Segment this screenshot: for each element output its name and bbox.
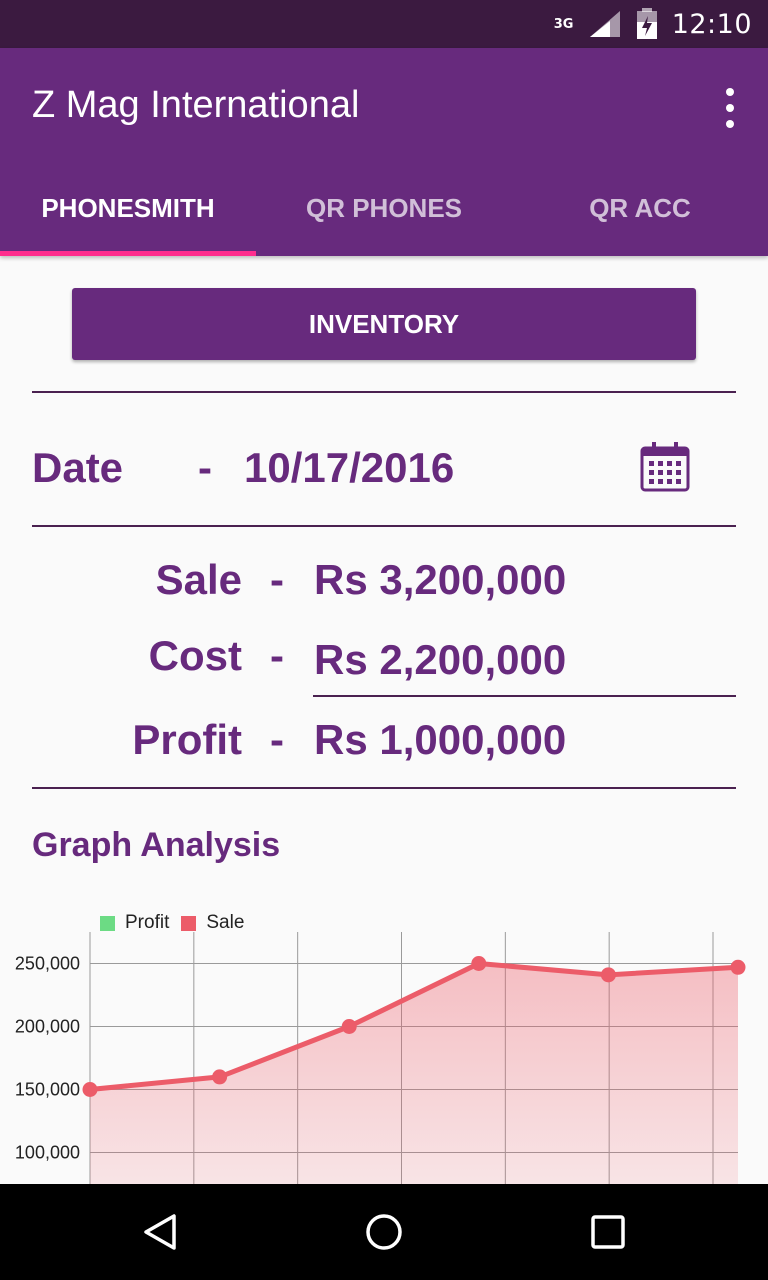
sale-data-point xyxy=(730,959,746,975)
graph-title: Graph Analysis xyxy=(32,826,281,864)
sale-value: Rs 3,200,000 xyxy=(314,556,567,603)
tab-phonesmith[interactable]: PHONESMITH xyxy=(0,160,256,256)
date-value[interactable]: 10/17/2016 xyxy=(244,444,454,492)
inventory-button[interactable]: INVENTORY xyxy=(72,288,696,360)
cost-dash: - xyxy=(270,632,284,679)
back-icon[interactable] xyxy=(136,1208,184,1256)
sale-dash: - xyxy=(270,556,284,603)
sales-chart: 250,000 200,000 150,000 100,000 xyxy=(15,932,746,1184)
signal-icon: 3G xyxy=(554,9,622,39)
sale-data-point xyxy=(600,967,616,983)
divider xyxy=(32,391,736,393)
profit-label: Profit xyxy=(132,716,242,763)
overflow-menu-icon[interactable] xyxy=(718,88,742,128)
profit-value: Rs 1,000,000 xyxy=(314,716,567,763)
cost-value: Rs 2,200,000 xyxy=(314,636,567,683)
y-axis-ticks: 250,000 200,000 150,000 100,000 xyxy=(15,954,80,1163)
date-label: Date xyxy=(32,444,124,491)
profit-dash: - xyxy=(270,716,284,763)
tab-qr-acc[interactable]: QR ACC xyxy=(512,160,768,256)
tab-bar: PHONESMITH QR PHONES QR ACC xyxy=(0,160,768,256)
status-bar: 3G 12:10 xyxy=(0,0,768,48)
app-title: Z Mag International xyxy=(32,84,360,126)
recents-icon[interactable] xyxy=(584,1208,632,1256)
cost-label: Cost xyxy=(148,632,242,679)
divider xyxy=(32,525,736,527)
cost-underline xyxy=(313,695,736,697)
divider xyxy=(32,787,736,789)
y-tick-label: 250,000 xyxy=(15,954,80,974)
network-type: 3G xyxy=(553,17,574,32)
sale-data-point xyxy=(471,956,487,971)
y-tick-label: 200,000 xyxy=(15,1017,80,1037)
navigation-bar xyxy=(0,1184,768,1280)
sale-area xyxy=(82,956,746,1184)
date-dash: - xyxy=(198,444,212,491)
sale-data-point xyxy=(341,1019,357,1034)
battery-icon xyxy=(636,8,657,39)
y-tick-label: 100,000 xyxy=(15,1143,80,1163)
calendar-icon[interactable] xyxy=(640,442,690,492)
status-icons: 3G 12:10 xyxy=(554,0,752,48)
sale-label: Sale xyxy=(155,556,242,603)
tab-qr-phones[interactable]: QR PHONES xyxy=(256,160,512,256)
app-bar: Z Mag International PHONESMITH QR PHONES… xyxy=(0,48,768,256)
sale-data-point xyxy=(82,1082,98,1097)
home-icon[interactable] xyxy=(360,1208,408,1256)
sale-data-point xyxy=(212,1069,228,1085)
y-tick-label: 150,000 xyxy=(15,1080,80,1100)
clock: 12:10 xyxy=(671,8,752,40)
